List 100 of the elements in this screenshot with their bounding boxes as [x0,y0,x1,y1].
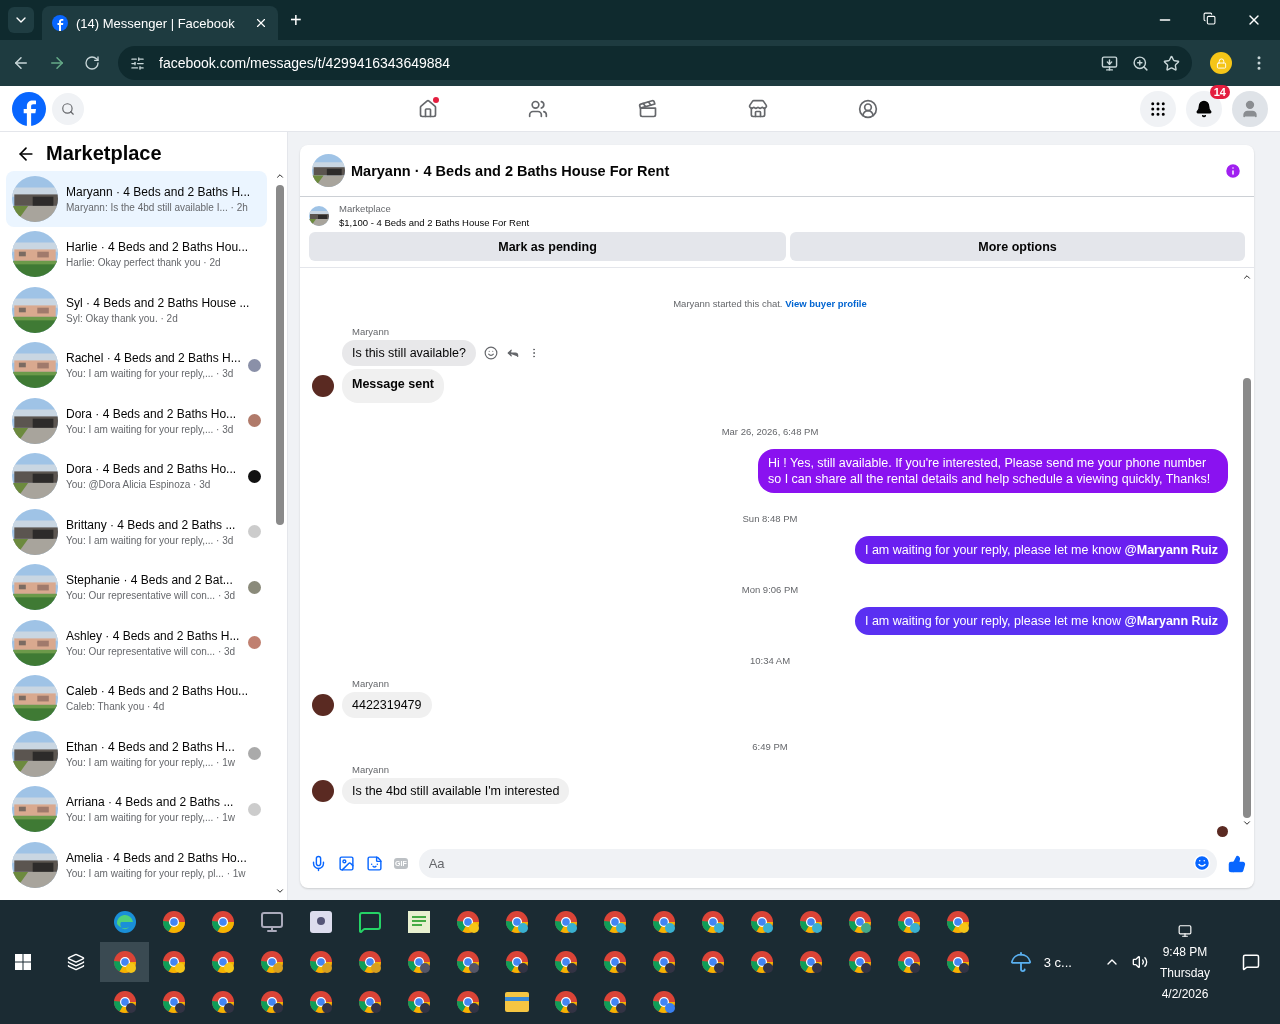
message-field[interactable]: Aa [418,849,1217,878]
facebook-logo[interactable] [12,91,46,126]
tab-list-button[interactable] [8,7,34,33]
buyer-profile-link[interactable]: View buyer profile [785,298,867,309]
conversation-item[interactable]: Dora · 4 Beds and 2 Baths Ho... You: @Dora Alicia Espinoza · 3d [6,448,267,504]
browser-icon[interactable] [357,990,382,1014]
conversation-item[interactable]: Stephanie · 4 Beds and 2 Bat... You: Our representative will con... · 3d [6,559,267,615]
conversation-item[interactable]: Brittany · 4 Beds and 2 Baths ... You: I am waiting for your reply,... · 3d [6,504,267,560]
browser-icon[interactable] [749,950,774,974]
browser-icon[interactable] [798,950,823,974]
browser-icon[interactable] [896,910,921,934]
browser-icon[interactable] [602,990,627,1014]
task-view-icon[interactable] [67,953,85,971]
browser-icon[interactable] [210,950,235,974]
scrollbar-thumb[interactable] [1243,378,1251,818]
browser-icon[interactable] [161,950,186,974]
browser-icon[interactable] [112,910,137,934]
browser-icon[interactable] [602,910,627,934]
browser-icon[interactable] [455,990,480,1014]
bookmark-icon[interactable] [1163,54,1180,72]
folder-icon[interactable] [504,992,529,1012]
new-tab-button[interactable]: + [286,8,306,32]
browser-icon[interactable] [553,910,578,934]
browser-icon[interactable] [210,990,235,1014]
menu-button[interactable] [1140,90,1176,127]
conversation-item[interactable]: Ethan · 4 Beds and 2 Baths H... You: I am waiting for your reply,... · 1w [6,726,267,782]
profile-icon[interactable] [1210,52,1232,74]
info-icon[interactable] [1224,161,1242,180]
browser-icon[interactable] [112,950,137,974]
browser-icon[interactable] [259,990,284,1014]
browser-icon[interactable] [553,990,578,1014]
sticker-icon[interactable] [366,855,383,872]
browser-icon[interactable] [308,950,333,974]
conversation-item[interactable]: Harlie · 4 Beds and 2 Baths Hou... Harlie: Okay perfect thank you · 2d [6,226,267,282]
conversation-item[interactable]: Dora · 4 Beds and 2 Baths Ho... You: I am waiting for your reply,... · 3d [6,393,267,449]
browser-icon[interactable] [357,950,382,974]
windows-icon[interactable] [15,954,31,970]
browser-icon[interactable] [504,910,529,934]
profile-avatar[interactable] [1232,90,1268,127]
browser-icon[interactable] [259,950,284,974]
conversation-item[interactable]: Maryann · 4 Beds and 2 Baths H... Maryann: Is the 4bd still available I... · 2h [6,171,267,227]
chat-icon[interactable] [357,910,382,934]
browser-tab[interactable]: (14) Messenger | Facebook [42,6,278,40]
scrollbar-thumb[interactable] [276,185,284,525]
browser-icon[interactable] [161,990,186,1014]
search-button[interactable] [52,92,84,125]
browser-icon[interactable] [406,990,431,1014]
conversation-item[interactable]: Rachel · 4 Beds and 2 Baths H... You: I am waiting for your reply,... · 3d [6,337,267,393]
close-icon[interactable] [254,16,268,30]
browser-icon[interactable] [798,910,823,934]
browser-icon[interactable] [749,910,774,934]
restore-icon[interactable] [1203,12,1216,25]
browser-icon[interactable] [945,910,970,934]
browser-icon[interactable] [847,910,872,934]
conversation-item[interactable]: Arriana · 4 Beds and 2 Baths ... You: I am waiting for your reply,... · 1w [6,781,267,837]
react-icon[interactable] [483,346,498,360]
conversation-item[interactable]: Syl · 4 Beds and 2 Baths House ... Syl: Okay thank you. · 2d [6,282,267,338]
browser-icon[interactable] [945,950,970,974]
reload-icon[interactable] [84,55,100,71]
browser-icon[interactable] [700,950,725,974]
browser-icon[interactable] [406,950,431,974]
browser-icon[interactable] [210,910,235,934]
browser-icon[interactable] [651,990,676,1014]
browser-icon[interactable] [847,950,872,974]
install-icon[interactable] [1101,54,1118,72]
browser-icon[interactable] [700,910,725,934]
conversation-item[interactable]: Amelia · 4 Beds and 2 Baths Ho... You: I am waiting for your reply, pl... · 1w [6,837,267,893]
browser-icon[interactable] [896,950,921,974]
conversation-item[interactable]: Ashley · 4 Beds and 2 Baths H... You: Our representative will con... · 3d [6,615,267,671]
app-icon[interactable] [309,911,332,933]
browser-icon[interactable] [504,950,529,974]
reply-icon[interactable] [505,346,520,360]
like-icon[interactable] [1228,854,1246,873]
action-button[interactable]: Mark as pending [309,232,787,261]
browser-icon[interactable] [455,950,480,974]
notepad-icon[interactable] [407,911,430,933]
scroll-down-icon[interactable] [1242,818,1252,828]
zoom-icon[interactable] [1132,54,1149,72]
back-icon[interactable] [12,54,30,72]
browser-icon[interactable] [553,950,578,974]
scroll-up-icon[interactable] [1242,272,1252,282]
browser-icon[interactable] [161,910,186,934]
browser-icon[interactable] [308,990,333,1014]
scroll-down-icon[interactable] [275,886,285,896]
notification-center-icon[interactable] [1242,953,1260,971]
network-icon[interactable] [1178,923,1192,938]
browser-icon[interactable] [455,910,480,934]
scroll-up-icon[interactable] [275,171,285,181]
site-settings-icon[interactable] [130,55,145,71]
address-bar[interactable]: facebook.com/messages/t/4299416343649884 [118,46,1192,80]
browser-icon[interactable] [651,910,676,934]
computer-icon[interactable] [259,910,284,934]
action-button[interactable]: More options [790,232,1245,261]
browser-icon[interactable] [602,950,627,974]
microphone-icon[interactable] [310,855,327,872]
browser-icon[interactable] [112,990,137,1014]
conversation-item[interactable]: Caleb · 4 Beds and 2 Baths Hou... Caleb: Thank you · 4d [6,670,267,726]
forward-icon[interactable] [48,54,66,72]
browser-icon[interactable] [651,950,676,974]
image-icon[interactable] [338,855,355,872]
